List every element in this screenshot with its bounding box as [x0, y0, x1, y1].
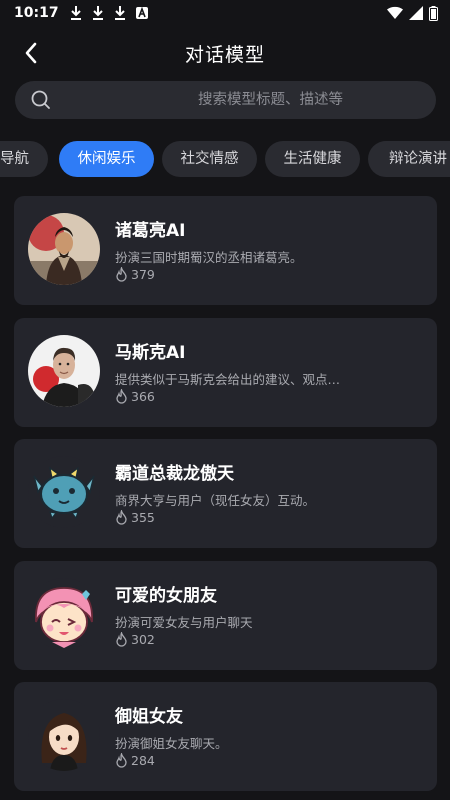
card-description: 扮演可爱女友与用户聊天: [115, 615, 253, 630]
tab-navigation[interactable]: 导航: [0, 141, 48, 177]
hot-count: 302: [131, 632, 155, 647]
tab-label: 导航: [0, 151, 29, 167]
status-indicators: [387, 5, 438, 21]
zhuge-liang-avatar: [28, 213, 100, 285]
signal-icon: [409, 6, 423, 20]
search-placeholder: 搜索模型标题、描述等: [198, 92, 343, 108]
fire-icon: [116, 632, 127, 647]
app-notification-icon: [135, 6, 148, 19]
status-bar: 10:17: [0, 0, 450, 26]
card-title: 可爱的女朋友: [115, 586, 217, 606]
blue-monster-avatar: [28, 456, 100, 528]
fire-icon: [116, 753, 127, 768]
chevron-left-icon: [25, 42, 37, 64]
model-card[interactable]: 可爱的女朋友 扮演可爱女友与用户聊天 302: [14, 561, 437, 670]
popularity: 302: [115, 632, 155, 647]
model-card[interactable]: 霸道总裁龙傲天 商界大亨与用户（现任女友）互动。 355: [14, 439, 437, 548]
hot-count: 355: [131, 510, 155, 525]
model-card[interactable]: 御姐女友 扮演御姐女友聊天。 284: [14, 682, 437, 791]
popularity: 366: [115, 389, 155, 404]
tab-label: 辩论演讲: [389, 151, 447, 167]
model-card[interactable]: 诸葛亮AI 扮演三国时期蜀汉的丞相诸葛亮。 379: [14, 196, 437, 305]
tab-label: 休闲娱乐: [77, 151, 136, 167]
card-title: 御姐女友: [115, 707, 183, 727]
card-description: 扮演三国时期蜀汉的丞相诸葛亮。: [115, 250, 303, 265]
musk-avatar: [28, 335, 100, 407]
tab-social[interactable]: 社交情感: [162, 141, 257, 177]
popularity: 284: [115, 753, 155, 768]
popularity: 379: [115, 267, 155, 282]
download-icon: [114, 6, 125, 20]
header: 对话模型: [0, 28, 450, 78]
hot-count: 379: [131, 267, 155, 282]
tab-health[interactable]: 生活健康: [265, 141, 360, 177]
card-title: 马斯克AI: [115, 343, 186, 363]
category-tabs: 导航 休闲娱乐 社交情感 生活健康 辩论演讲: [0, 141, 450, 177]
download-icon: [92, 6, 103, 20]
card-description: 扮演御姐女友聊天。: [115, 736, 228, 751]
pink-girl-avatar: [28, 578, 100, 650]
status-time: 10:17: [14, 5, 59, 21]
model-card[interactable]: 马斯克AI 提供类似于马斯克会给出的建议、观点… 366: [14, 318, 437, 427]
tab-debate[interactable]: 辩论演讲: [368, 141, 450, 177]
fire-icon: [116, 267, 127, 282]
hot-count: 284: [131, 753, 155, 768]
battery-icon: [429, 5, 438, 21]
wifi-icon: [387, 6, 403, 19]
tab-label: 生活健康: [283, 151, 342, 167]
fire-icon: [116, 389, 127, 404]
tab-leisure[interactable]: 休闲娱乐: [59, 141, 154, 177]
page-title: 对话模型: [184, 43, 265, 66]
card-title: 诸葛亮AI: [115, 221, 186, 241]
card-description: 提供类似于马斯克会给出的建议、观点…: [115, 372, 341, 387]
popularity: 355: [115, 510, 155, 525]
fire-icon: [116, 510, 127, 525]
card-title: 霸道总裁龙傲天: [115, 464, 234, 484]
mature-girl-avatar: [28, 699, 100, 771]
hot-count: 366: [131, 389, 155, 404]
back-button[interactable]: [14, 36, 48, 70]
download-icon: [70, 6, 81, 20]
tab-label: 社交情感: [180, 151, 239, 167]
card-description: 商界大亨与用户（现任女友）互动。: [115, 493, 316, 508]
search-input[interactable]: 搜索模型标题、描述等: [15, 81, 436, 119]
